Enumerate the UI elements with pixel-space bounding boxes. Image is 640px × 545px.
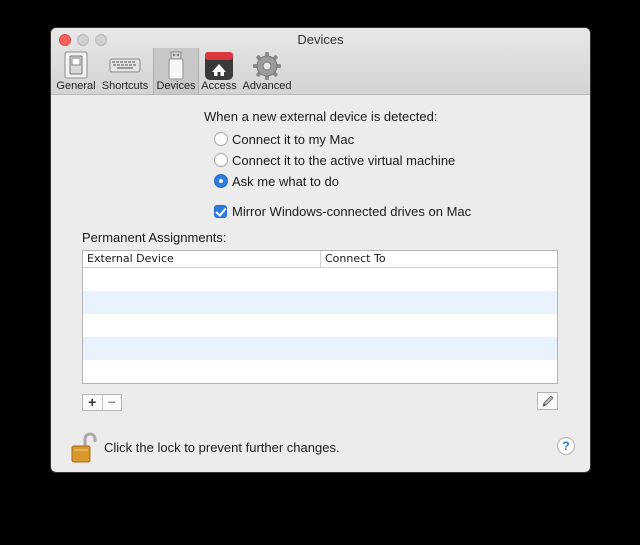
assignments-table[interactable]: External Device Connect To: [82, 250, 558, 384]
pencil-icon: [542, 395, 554, 407]
gear-icon: [253, 52, 281, 80]
tab-shortcuts-label: Shortcuts: [101, 80, 149, 92]
option-ask-me-label: Ask me what to do: [232, 173, 339, 189]
option-ask-me[interactable]: Ask me what to do: [214, 173, 339, 189]
tab-access[interactable]: Access: [200, 48, 238, 94]
option-connect-mac[interactable]: Connect it to my Mac: [214, 131, 354, 147]
preferences-window: Devices General Shortcuts Devices Access…: [51, 28, 590, 472]
tab-advanced-label: Advanced: [242, 80, 292, 92]
lock-message: Click the lock to prevent further change…: [104, 440, 340, 455]
add-remove-buttons: + −: [82, 394, 122, 411]
table-row[interactable]: [83, 314, 557, 337]
remove-assignment-button[interactable]: −: [101, 395, 122, 410]
table-row[interactable]: [83, 337, 557, 360]
tab-general-label: General: [56, 80, 96, 92]
table-header: External Device Connect To: [83, 251, 557, 268]
mirror-drives-checkbox[interactable]: [214, 205, 227, 218]
mirror-drives-label: Mirror Windows-connected drives on Mac: [232, 204, 472, 219]
tab-devices[interactable]: Devices: [153, 48, 199, 94]
permanent-assignments-label: Permanent Assignments:: [82, 230, 227, 245]
tab-access-label: Access: [201, 80, 237, 92]
tab-advanced[interactable]: Advanced: [239, 48, 295, 94]
radio-button[interactable]: [214, 153, 228, 167]
unlocked-padlock-icon[interactable]: [71, 432, 97, 464]
parallels-home-icon: [205, 52, 233, 80]
radio-button[interactable]: [214, 132, 228, 146]
option-connect-mac-label: Connect it to my Mac: [232, 131, 355, 147]
tab-devices-label: Devices: [156, 80, 196, 92]
radio-button-selected[interactable]: [214, 174, 228, 188]
option-connect-vm-label: Connect it to the active virtual machine: [232, 152, 456, 168]
column-header-external-device[interactable]: External Device: [83, 251, 321, 267]
option-connect-vm[interactable]: Connect it to the active virtual machine: [214, 152, 455, 168]
keyboard-icon: [109, 58, 141, 73]
help-button[interactable]: ?: [557, 437, 575, 455]
title-bar: Devices General Shortcuts Devices Access…: [51, 28, 590, 95]
add-assignment-button[interactable]: +: [83, 395, 102, 410]
table-row[interactable]: [83, 268, 557, 291]
mirror-drives-checkbox-row[interactable]: Mirror Windows-connected drives on Mac: [214, 204, 471, 219]
tab-shortcuts[interactable]: Shortcuts: [99, 48, 151, 94]
table-row[interactable]: [83, 291, 557, 314]
switch-icon: [64, 51, 88, 79]
usb-drive-icon: [168, 51, 184, 80]
window-title: Devices: [297, 32, 344, 47]
device-detection-heading: When a new external device is detected:: [204, 109, 438, 124]
column-header-connect-to[interactable]: Connect To: [321, 251, 386, 267]
edit-assignment-button[interactable]: [537, 392, 558, 410]
table-row[interactable]: [83, 360, 557, 383]
tab-general[interactable]: General: [55, 48, 97, 94]
